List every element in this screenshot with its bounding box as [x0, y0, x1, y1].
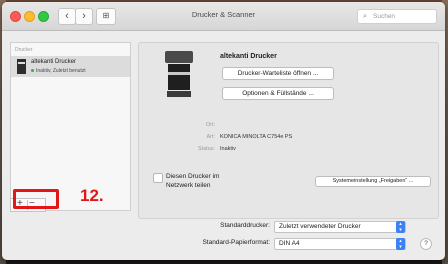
printer-list-header: Drucker: [15, 47, 33, 53]
share-printer-label: Diesen Drucker im Netzwerk teilen: [166, 173, 220, 189]
annotation-highlight-box: [13, 189, 59, 209]
title-bar: ‹ › ⊞ Drucker & Scanner ⌕ Suchen: [2, 2, 445, 31]
kind-value: KONICA MINOLTA C754e PS: [220, 134, 293, 140]
default-printer-select[interactable]: Zuletzt verwendeter Drucker ▴ ▾: [274, 221, 406, 233]
default-printer-label: Standarddrucker:: [220, 222, 270, 229]
location-label: Ort:: [205, 122, 215, 128]
status-label: Status:: [197, 146, 215, 152]
printer-detail-panel: altekanti Drucker Drucker-Warteliste öff…: [138, 42, 439, 219]
default-paper-value: DIN A4: [279, 240, 300, 247]
printer-icon: [17, 59, 26, 74]
status-value: Inaktiv: [220, 146, 236, 152]
search-placeholder: Suchen: [373, 13, 396, 20]
share-printer-checkbox[interactable]: [153, 173, 163, 183]
printer-list-item-name: altekanti Drucker: [31, 59, 77, 65]
help-button[interactable]: ?: [420, 238, 432, 250]
default-paper-label: Standard-Papierformat:: [202, 239, 270, 246]
kind-label: Art:: [206, 134, 215, 140]
options-supplies-button[interactable]: Optionen & Füllstände ...: [222, 87, 334, 100]
printers-scanners-window: ‹ › ⊞ Drucker & Scanner ⌕ Suchen Drucker…: [2, 2, 445, 260]
printer-list: Drucker altekanti Drucker Inaktiv, Zulet…: [10, 42, 131, 211]
printer-image: [165, 51, 193, 99]
default-printer-value: Zuletzt verwendeter Drucker: [279, 223, 361, 230]
status-dot-icon: [31, 69, 34, 73]
search-field[interactable]: ⌕ Suchen: [357, 9, 437, 24]
printer-list-item[interactable]: altekanti Drucker Inaktiv, Zuletzt benut…: [11, 56, 130, 77]
open-print-queue-button[interactable]: Drucker-Warteliste öffnen ...: [222, 67, 334, 80]
printer-status-text: Inaktiv, Zuletzt benutzt: [36, 68, 86, 74]
sharing-preferences-button[interactable]: Systemeinstellung „Freigaben“ ...: [315, 176, 431, 187]
annotation-step-label: 12.: [80, 186, 104, 205]
printer-name: altekanti Drucker: [220, 53, 277, 60]
search-icon: ⌕: [363, 13, 367, 20]
select-arrows-icon: ▴ ▾: [396, 238, 405, 250]
select-arrows-icon: ▴ ▾: [396, 221, 405, 233]
printer-list-item-status: Inaktiv, Zuletzt benutzt: [31, 68, 86, 74]
default-paper-select[interactable]: DIN A4 ▴ ▾: [274, 238, 406, 250]
